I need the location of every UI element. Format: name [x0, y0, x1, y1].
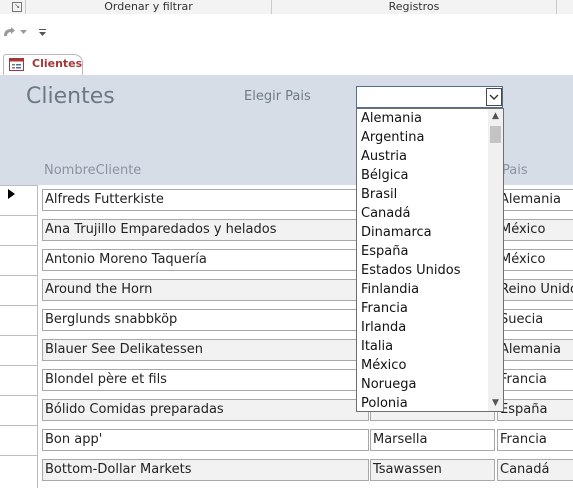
record-selector[interactable] [0, 395, 37, 425]
nombrecliente-field[interactable]: Bólido Comidas preparadas [42, 399, 369, 421]
ribbon-group-bar: ↘ Ordenar y filtrar Registros [0, 0, 573, 15]
pais-field[interactable]: Alemania [497, 339, 573, 361]
redo-icon[interactable] [2, 26, 16, 38]
record-selector[interactable] [0, 425, 37, 455]
elegir-pais-label: Elegir Pais [244, 89, 311, 104]
record-selector[interactable] [0, 335, 37, 365]
ciudad-field[interactable]: Tsawassen [370, 459, 495, 481]
form-icon [9, 58, 24, 71]
pais-combobox[interactable] [356, 86, 503, 108]
nombrecliente-field[interactable]: Berglunds snabbköp [42, 309, 369, 331]
dropdown-option[interactable]: Francia [361, 299, 408, 318]
record-selector[interactable] [0, 185, 37, 215]
dropdown-option[interactable]: Alemania [361, 109, 422, 128]
dropdown-option[interactable]: Irlanda [361, 318, 406, 337]
dropdown-option[interactable]: España [361, 242, 408, 261]
dropdown-option[interactable]: Bélgica [361, 166, 409, 185]
chevron-down-icon [489, 94, 499, 100]
nombrecliente-field[interactable]: Blauer See Delikatessen [42, 339, 369, 361]
nombrecliente-field[interactable]: Around the Horn [42, 279, 369, 301]
ribbon-separator [556, 0, 557, 14]
pais-field[interactable]: México [497, 249, 573, 271]
nombrecliente-field[interactable]: Blondel père et fils [42, 369, 369, 391]
pais-dropdown-list[interactable]: Alemania Argentina Austria Bélgica Brasi… [356, 108, 504, 412]
form-title: Clientes [26, 84, 115, 109]
nombrecliente-field[interactable]: Ana Trujillo Emparedados y helados [42, 219, 369, 241]
nombrecliente-field[interactable]: Antonio Moreno Taquería [42, 249, 369, 271]
chevron-down-icon[interactable] [20, 30, 27, 35]
record-selector[interactable] [0, 305, 37, 335]
dropdown-scrollbar[interactable] [488, 109, 503, 411]
dropdown-option[interactable]: Finlandia [361, 280, 419, 299]
current-record-arrow-icon [8, 189, 15, 199]
dropdown-option[interactable]: Polonia [361, 394, 408, 411]
customize-qat-icon[interactable] [38, 29, 47, 37]
scroll-up-icon[interactable]: ▲ [488, 109, 503, 124]
record-selector[interactable] [0, 215, 37, 245]
scrollbar-thumb[interactable] [490, 126, 501, 143]
dropdown-option[interactable]: Austria [361, 147, 407, 166]
dropdown-option[interactable]: Noruega [361, 375, 416, 394]
record-selector[interactable] [0, 365, 37, 395]
dropdown-option[interactable]: Italia [361, 337, 393, 356]
record-selector[interactable] [0, 455, 37, 485]
dropdown-option[interactable]: Argentina [361, 128, 424, 147]
ribbon-group-records: Registros [388, 0, 440, 13]
nombrecliente-field[interactable]: Bottom-Dollar Markets [42, 459, 369, 481]
quick-access-toolbar [0, 14, 573, 54]
tab-label: Clientes [32, 57, 83, 70]
pais-field[interactable]: Francia [497, 369, 573, 391]
scroll-down-icon[interactable]: ▼ [488, 396, 503, 411]
dropdown-option[interactable]: Brasil [361, 185, 397, 204]
column-header-pais: Pais [502, 163, 528, 178]
nombrecliente-field[interactable]: Alfreds Futterkiste [42, 189, 369, 211]
record-selector[interactable] [0, 245, 37, 275]
dropdown-option[interactable]: Estados Unidos [361, 261, 461, 280]
pais-field[interactable]: Suecia [497, 309, 573, 331]
pais-field[interactable]: Francia [497, 429, 573, 451]
record-selector-divider [37, 185, 38, 488]
nombrecliente-field[interactable]: Bon app' [42, 429, 369, 451]
pais-field[interactable]: México [497, 219, 573, 241]
pais-field[interactable]: Reino Unido [497, 279, 573, 301]
pais-field[interactable]: Canadá [497, 459, 573, 481]
combo-dropdown-button[interactable] [486, 88, 502, 106]
dropdown-option[interactable]: Canadá [361, 204, 410, 223]
ribbon-group-sort-filter: Ordenar y filtrar [104, 0, 193, 13]
dialog-launcher-icon[interactable]: ↘ [12, 2, 22, 12]
dropdown-option[interactable]: Dinamarca [361, 223, 432, 242]
pais-field[interactable]: Alemania [497, 189, 573, 211]
dropdown-option[interactable]: México [361, 356, 406, 375]
document-tab-strip [0, 54, 573, 76]
record-selector[interactable] [0, 275, 37, 305]
column-header-nombrecliente: NombreCliente [44, 163, 142, 178]
ciudad-field[interactable]: Marsella [370, 429, 495, 451]
pais-field[interactable]: España [497, 399, 573, 421]
